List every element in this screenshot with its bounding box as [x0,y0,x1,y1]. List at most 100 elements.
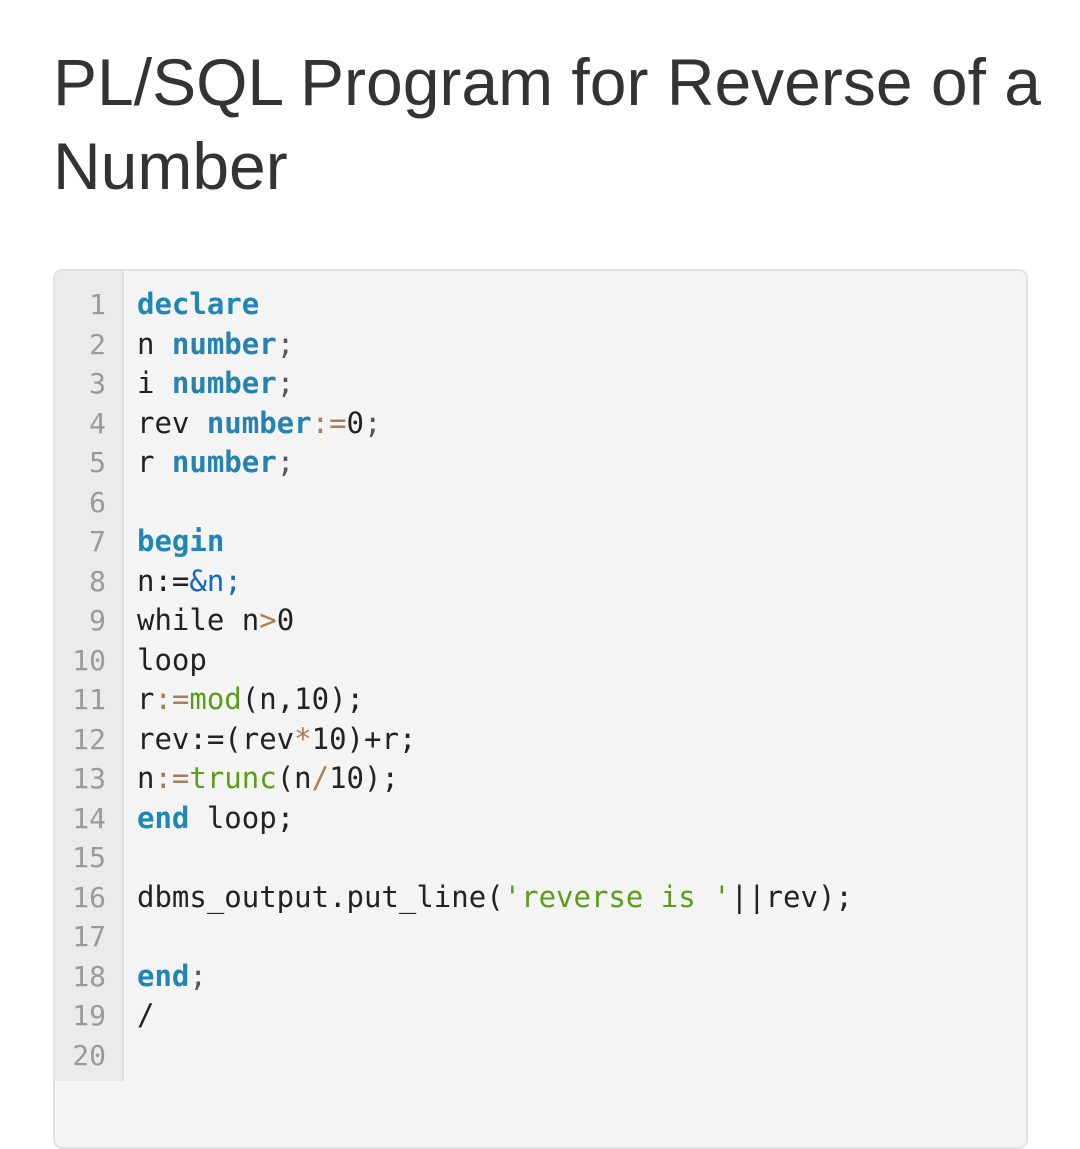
code-token-num: 0 [276,603,295,637]
code-line: 10 loop [55,641,1026,681]
line-number: 16 [72,880,106,914]
code-token-plain: n [137,761,155,795]
code-token-plain: 10); [329,761,399,795]
code-token-var: &n [189,563,225,598]
code-token-plain: (n [276,761,312,795]
code-line: 9 while n>0 [55,601,1026,641]
code-token-kw: end [137,800,190,835]
code-line: 5r number; [55,443,1026,483]
code-line: 6 [55,483,1026,523]
code-line: 17 [55,917,1026,957]
code-text: begin [137,522,224,562]
code-token-op: := [311,405,347,440]
code-line: 7 begin [55,522,1026,562]
code-token-op: / [311,761,330,795]
code-line: 15 [55,838,1026,878]
code-token-plain: i [137,366,172,400]
code-token-plain: rev:=(rev [137,721,295,756]
code-token-type: number [171,326,277,361]
code-token-plain: while n [137,603,260,637]
line-number: 7 [89,525,106,558]
code-line: 2n number; [55,325,1026,365]
code-token-plain: n:= [137,563,190,598]
line-number: 6 [89,485,106,519]
line-number: 15 [72,841,106,874]
code-text: r:=mod(n,10); [137,680,364,720]
code-token-fn: mod [189,682,242,716]
code-text: rev:=(rev*10)+r; [137,720,416,760]
code-token-punct: ; [276,366,295,400]
code-line: 18 end; [55,957,1026,997]
line-number: 20 [72,1038,106,1072]
code-text: n number; [137,325,294,365]
code-token-op: := [154,761,190,795]
code-token-plain: / [137,998,155,1032]
line-number: 3 [89,367,106,400]
code-text: end loop; [137,799,294,839]
code-token-plain: 10)+r; [311,721,417,756]
code-token-plain: ||rev); [730,879,853,914]
code-token-type: number [206,405,312,440]
code-token-plain: (n,10); [241,682,364,716]
code-token-op: := [154,682,190,716]
code-token-var: ; [224,563,242,598]
code-token-punct: ; [276,445,295,479]
line-number: 2 [89,327,106,361]
code-line: 20 [55,1036,1026,1076]
code-block: 1 declare 2 n number; 3 i number; 4 rev number:… [53,269,1028,1149]
code-token-plain: r [137,682,155,716]
code-line: 19 / [55,996,1026,1036]
line-number: 9 [89,604,106,637]
code-line: 1 declare [55,285,1026,325]
code-line: 16 dbms_output.put_line('reverse is '||re… [55,878,1026,918]
code-text: n:=&n; [137,562,242,602]
code-token-punct: ; [189,958,207,993]
code-token-str: 'reverse is ' [503,879,731,914]
code-text: i number; [137,364,294,404]
code-token-punct: ; [364,405,382,440]
code-line: 8 n:=&n; [55,562,1026,602]
code-lines: 1 declare 2 n number; 3 i number; 4 rev number:… [55,285,1026,1075]
code-text: n:=trunc(n/10); [137,759,399,799]
code-line: 11 r:=mod(n,10); [55,680,1026,720]
code-text: while n>0 [137,601,294,641]
line-number: 4 [89,406,106,440]
code-token-plain: n [137,326,172,361]
page-title: PL/SQL Program for Reverse of a Number [53,45,1041,203]
code-text: loop [137,641,207,681]
code-line: 12 rev:=(rev*10)+r; [55,720,1026,760]
code-token-punct: ; [276,326,295,361]
code-token-plain: rev [137,405,207,440]
code-text: / [137,996,154,1036]
code-token-op: * [294,721,312,756]
code-token-type: number [171,445,277,479]
code-line: 14 end loop; [55,799,1026,839]
code-text: rev number:=0; [137,404,381,444]
line-number: 18 [72,959,106,993]
code-token-plain: loop [137,642,207,677]
line-number: 12 [72,722,106,756]
code-text: declare [137,285,259,325]
line-number: 19 [72,999,106,1032]
code-line: 3i number; [55,364,1026,404]
line-number: 5 [89,446,106,479]
line-number: 11 [72,683,106,716]
line-number: 17 [72,920,106,953]
line-number: 14 [72,801,106,835]
code-token-op: > [259,603,277,637]
code-token-num: 0 [346,405,364,440]
code-token-plain: r [137,445,172,479]
code-token-plain: loop; [189,800,295,835]
line-number: 10 [72,643,106,677]
line-number: 1 [89,288,106,321]
code-token-kw: declare [137,287,260,321]
code-token-type: number [171,366,277,400]
code-line: 13 n:=trunc(n/10); [55,759,1026,799]
code-token-plain: dbms_output.put_line( [137,879,504,914]
code-text: end; [137,957,207,997]
code-token-kw: end [137,958,190,993]
code-text: r number; [137,443,294,483]
code-line: 4 rev number:=0; [55,404,1026,444]
code-token-fn: trunc [189,761,277,795]
code-token-kw: begin [137,524,225,558]
